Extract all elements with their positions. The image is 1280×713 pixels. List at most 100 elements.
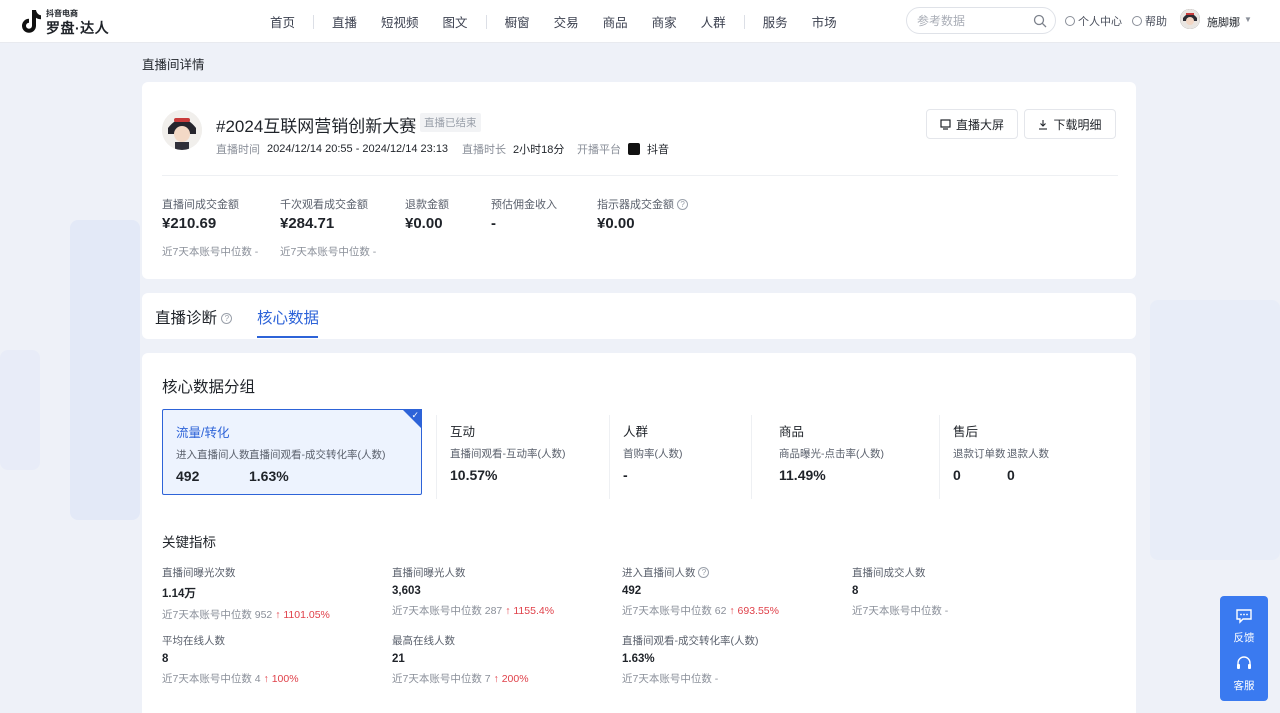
- group-name: 流量/转化: [176, 426, 230, 440]
- metric-median: 近7天本账号中位数 -: [280, 246, 377, 258]
- kpi-label: 进入直播间人数 ?: [622, 565, 779, 580]
- help-icon[interactable]: ?: [221, 313, 233, 324]
- kpi-median: 近7天本账号中位数 -: [852, 603, 948, 618]
- metric-label: 预估佣金收入: [491, 199, 557, 211]
- chevron-down-icon[interactable]: ▼: [1244, 15, 1252, 24]
- group-name: 人群: [623, 425, 649, 439]
- kpi-label: 直播间曝光次数: [162, 567, 236, 579]
- help-icon[interactable]: ?: [677, 199, 689, 210]
- group-metric: 退款人数 0: [1007, 446, 1049, 483]
- nav-divider: [485, 14, 487, 29]
- kpi-median-text: 近7天本账号中位数 952: [162, 609, 273, 621]
- main-nav: 首页 直播 短视频 图文 橱窗 交易 商品 商家 人群 服务 市场: [258, 0, 849, 43]
- group-traffic-conversion[interactable]: 流量/转化 进入直播间人数 492 直播间观看-成交转化率(人数) 1.63% …: [162, 409, 422, 495]
- username[interactable]: 施脚娜: [1207, 14, 1240, 30]
- group-interaction[interactable]: 互动 直播间观看-互动率(人数) 10.57%: [437, 409, 607, 495]
- feedback-button[interactable]: 反馈: [1220, 608, 1268, 645]
- kpi-value: 8: [162, 653, 169, 665]
- group-metric: 进入直播间人数 492: [176, 447, 250, 484]
- group-metric-value: 11.49%: [779, 467, 826, 483]
- monitor-icon: [940, 118, 951, 130]
- kpi-median-text: 近7天本账号中位数 7: [392, 673, 491, 685]
- douyin-icon: [628, 143, 640, 155]
- kpi-median: 近7天本账号中位数 62 ↑ 693.55%: [622, 603, 779, 618]
- kpi-enter-users: 进入直播间人数 ? 492 近7天本账号中位数 62 ↑ 693.55%: [622, 565, 779, 618]
- active-tab-indicator: [257, 336, 318, 338]
- help-label: 帮助: [1145, 16, 1167, 28]
- big-screen-button[interactable]: 直播大屏: [926, 109, 1018, 139]
- metric-commission: 预估佣金收入 -: [491, 196, 557, 232]
- data-group-row: 流量/转化 进入直播间人数 492 直播间观看-成交转化率(人数) 1.63% …: [162, 409, 1120, 499]
- tab-core-data[interactable]: 核心数据: [257, 306, 319, 328]
- nav-market[interactable]: 市场: [800, 12, 849, 31]
- nav-merchant[interactable]: 商家: [640, 12, 689, 31]
- search-input[interactable]: [917, 12, 1032, 30]
- help-circle-icon: [1132, 16, 1142, 26]
- nav-product[interactable]: 商品: [591, 12, 640, 31]
- streamer-avatar: [162, 110, 202, 150]
- tab-diagnosis[interactable]: 直播诊断 ?: [155, 306, 233, 328]
- section-title: 核心数据分组: [162, 379, 256, 396]
- help-link[interactable]: 帮助: [1132, 13, 1167, 29]
- kpi-avg-online: 平均在线人数 8 近7天本账号中位数 4 ↑ 100%: [162, 633, 299, 686]
- group-after-sales[interactable]: 售后 退款订单数 0 退款人数 0: [940, 409, 1120, 495]
- group-metric-label: 退款订单数: [953, 448, 1006, 460]
- customer-service-button[interactable]: 客服: [1220, 656, 1268, 693]
- metric-label: 退款金额: [405, 199, 449, 211]
- kpi-label: 直播间曝光人数: [392, 567, 466, 579]
- nav-showcase[interactable]: 橱窗: [493, 12, 542, 31]
- metric-label-text: 指示器成交金额: [597, 199, 674, 211]
- group-metric: 首购率(人数) -: [623, 446, 683, 483]
- nav-short-video[interactable]: 短视频: [369, 12, 431, 31]
- douyin-logo-icon: [22, 10, 41, 33]
- divider: [162, 175, 1118, 176]
- nav-image-text[interactable]: 图文: [431, 12, 480, 31]
- group-metric-label: 直播间观看-互动率(人数): [450, 448, 566, 460]
- metric-value: ¥210.69: [162, 215, 217, 232]
- group-metric-value: 0: [1007, 467, 1015, 483]
- kpi-change: ↑ 200%: [493, 673, 529, 685]
- kpi-label: 直播间成交人数: [852, 567, 926, 579]
- search-icon[interactable]: [1033, 14, 1047, 28]
- nav-home[interactable]: 首页: [258, 12, 307, 31]
- group-metric-value: 492: [176, 468, 200, 484]
- nav-live[interactable]: 直播: [320, 12, 369, 31]
- personal-center-link[interactable]: 个人中心: [1065, 13, 1122, 29]
- group-metric-label: 直播间观看-成交转化率(人数): [249, 449, 386, 461]
- group-audience[interactable]: 人群 首购率(人数) -: [610, 409, 750, 495]
- live-time-value: 2024/12/14 20:55 - 2024/12/14 23:13: [267, 143, 449, 155]
- nav-divider: [743, 14, 745, 29]
- group-metric: 商品曝光-点击率(人数) 11.49%: [779, 446, 884, 483]
- floating-support-panel: 反馈 客服: [1220, 596, 1268, 701]
- kpi-label: 平均在线人数: [162, 635, 225, 647]
- download-label: 下载明细: [1053, 117, 1102, 132]
- app-logo[interactable]: 抖音电商 罗盘·达人: [18, 6, 118, 36]
- kpi-median-text: 近7天本账号中位数 -: [852, 605, 949, 617]
- kpi-median-text: 近7天本账号中位数 62: [622, 605, 727, 617]
- kpi-peak-online: 最高在线人数 21 近7天本账号中位数 7 ↑ 200%: [392, 633, 529, 686]
- group-metric-value: 0: [953, 467, 961, 483]
- background-decoration: [1150, 300, 1280, 560]
- group-name: 商品: [779, 425, 805, 439]
- group-product[interactable]: 商品 商品曝光-点击率(人数) 11.49%: [752, 409, 938, 495]
- kpi-value: 1.63%: [622, 653, 655, 665]
- kpi-median-text: 近7天本账号中位数 287: [392, 605, 503, 617]
- nav-audience[interactable]: 人群: [689, 12, 738, 31]
- kpi-change: ↑ 693.55%: [729, 605, 779, 617]
- breadcrumb: 直播间详情: [142, 58, 205, 72]
- group-metric-value: 10.57%: [450, 467, 498, 483]
- chat-icon: [1236, 609, 1252, 624]
- metric-label: 指示器成交金额 ?: [597, 196, 689, 212]
- download-details-button[interactable]: 下载明细: [1024, 109, 1116, 139]
- logo-title: 罗盘·达人: [46, 20, 110, 36]
- nav-service[interactable]: 服务: [751, 12, 800, 31]
- download-icon: [1039, 119, 1048, 130]
- personal-center-label: 个人中心: [1078, 16, 1122, 28]
- metric-value: ¥0.00: [405, 215, 443, 232]
- help-icon[interactable]: ?: [698, 567, 710, 578]
- nav-trade[interactable]: 交易: [542, 12, 591, 31]
- headset-icon: [1237, 656, 1251, 669]
- group-metric-label: 商品曝光-点击率(人数): [779, 448, 884, 460]
- user-avatar[interactable]: [1180, 9, 1200, 29]
- avatar-image: [162, 110, 202, 150]
